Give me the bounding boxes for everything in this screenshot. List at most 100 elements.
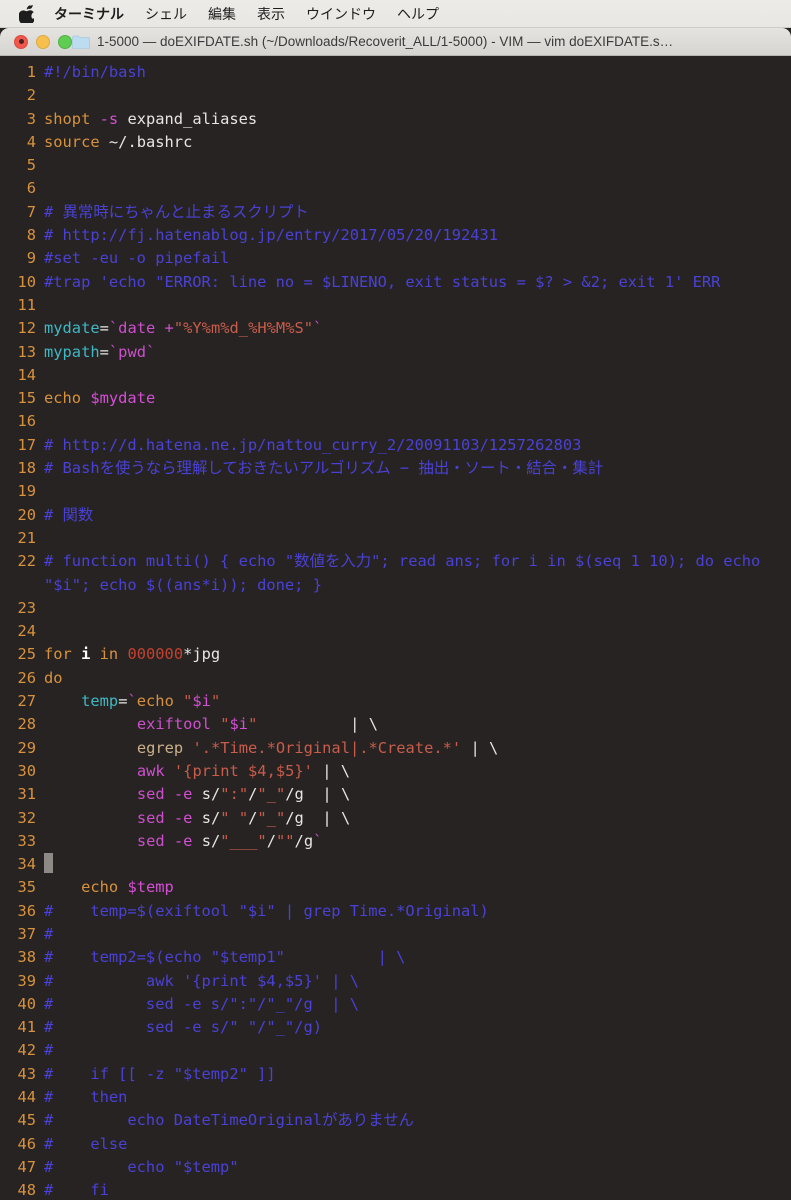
editor-line[interactable]: 38 # temp2=$(echo "$temp1" | \ (0, 946, 791, 969)
editor-line[interactable]: 6 (0, 177, 791, 200)
editor-line[interactable]: 21 (0, 527, 791, 550)
line-content[interactable]: sed -e s/"___"/""/g` (44, 830, 791, 853)
editor-line[interactable]: 43 # if [[ -z "$temp2" ]] (0, 1063, 791, 1086)
editor-line[interactable]: 26 do (0, 667, 791, 690)
maximize-button[interactable] (58, 34, 72, 49)
line-content[interactable]: # then (44, 1086, 791, 1109)
editor-line[interactable]: 29 egrep '.*Time.*Original|.*Create.*' |… (0, 737, 791, 760)
editor-line[interactable]: 34 (0, 853, 791, 876)
editor-line[interactable]: 2 (0, 84, 791, 107)
editor-line[interactable]: 46 # else (0, 1133, 791, 1156)
line-content[interactable]: egrep '.*Time.*Original|.*Create.*' | \ (44, 737, 791, 760)
line-content[interactable]: mydate=`date +"%Y%m%d_%H%M%S"` (44, 317, 791, 340)
line-content[interactable]: do (44, 667, 791, 690)
line-content[interactable]: # function multi() { echo "数値を入力"; read … (44, 550, 791, 597)
editor-line[interactable]: 8 # http://fj.hatenablog.jp/entry/2017/05… (0, 224, 791, 247)
editor-line[interactable]: 31 sed -e s/":"/"_"/g | \ (0, 783, 791, 806)
editor-line[interactable]: 42 # (0, 1039, 791, 1062)
editor-line[interactable]: 44 # then (0, 1086, 791, 1109)
line-content[interactable]: # sed -e s/" "/"_"/g) (44, 1016, 791, 1039)
line-content[interactable]: # http://d.hatena.ne.jp/nattou_curry_2/2… (44, 434, 791, 457)
editor-line[interactable]: 23 (0, 597, 791, 620)
minimize-button[interactable] (36, 34, 50, 49)
line-content[interactable]: # if [[ -z "$temp2" ]] (44, 1063, 791, 1086)
editor-line[interactable]: 25 for i in 000000*jpg (0, 643, 791, 666)
editor-line[interactable]: 18 # Bashを使うなら理解しておきたいアルゴリズム − 抽出・ソート・結合・… (0, 457, 791, 480)
line-content[interactable]: awk '{print $4,$5}' | \ (44, 760, 791, 783)
line-content[interactable]: # else (44, 1133, 791, 1156)
editor-line[interactable]: 40 # sed -e s/":"/"_"/g | \ (0, 993, 791, 1016)
menu-item-edit[interactable]: 編集 (208, 0, 236, 28)
editor-line[interactable]: 15 echo $mydate (0, 387, 791, 410)
editor-line[interactable]: 20 # 関数 (0, 504, 791, 527)
line-content[interactable]: # awk '{print $4,$5}' | \ (44, 970, 791, 993)
line-content[interactable]: # echo DateTimeOriginalがありません (44, 1109, 791, 1132)
editor-line[interactable]: 5 (0, 154, 791, 177)
editor-line[interactable]: 1 #!/bin/bash (0, 61, 791, 84)
line-content[interactable]: mypath=`pwd` (44, 341, 791, 364)
editor-line[interactable]: 22 # function multi() { echo "数値を入力"; rea… (0, 550, 791, 597)
line-content[interactable]: # sed -e s/":"/"_"/g | \ (44, 993, 791, 1016)
line-content[interactable]: sed -e s/" "/"_"/g | \ (44, 807, 791, 830)
editor-line[interactable]: 14 (0, 364, 791, 387)
window-titlebar[interactable]: 1-5000 — doEXIFDATE.sh (~/Downloads/Reco… (0, 28, 791, 56)
menu-item-view[interactable]: 表示 (257, 0, 285, 28)
editor-line[interactable]: 27 temp=`echo "$i" (0, 690, 791, 713)
line-content[interactable]: for i in 000000*jpg (44, 643, 791, 666)
editor-line[interactable]: 48 # fi (0, 1179, 791, 1200)
line-content[interactable]: temp=`echo "$i" (44, 690, 791, 713)
editor-line[interactable]: 39 # awk '{print $4,$5}' | \ (0, 970, 791, 993)
menu-item-window[interactable]: ウインドウ (306, 0, 376, 28)
line-content[interactable]: # (44, 1039, 791, 1062)
editor-line[interactable]: 17 # http://d.hatena.ne.jp/nattou_curry_2… (0, 434, 791, 457)
menu-item-terminal[interactable]: ターミナル (54, 0, 124, 28)
line-content[interactable]: # echo "$temp" (44, 1156, 791, 1179)
line-number: 36 (17, 901, 36, 920)
editor-line[interactable]: 30 awk '{print $4,$5}' | \ (0, 760, 791, 783)
editor-line[interactable]: 35 echo $temp (0, 876, 791, 899)
editor-line[interactable]: 13 mypath=`pwd` (0, 341, 791, 364)
line-content[interactable]: #set -eu -o pipefail (44, 247, 791, 270)
editor-line[interactable]: 47 # echo "$temp" (0, 1156, 791, 1179)
line-content[interactable]: # http://fj.hatenablog.jp/entry/2017/05/… (44, 224, 791, 247)
line-content[interactable]: # (44, 923, 791, 946)
line-content[interactable]: shopt -s expand_aliases (44, 108, 791, 131)
apple-logo-icon[interactable] (18, 4, 34, 24)
line-content[interactable]: # 異常時にちゃんと止まるスクリプト (44, 201, 791, 224)
editor-line[interactable]: 4 source ~/.bashrc (0, 131, 791, 154)
editor-line[interactable]: 37 # (0, 923, 791, 946)
line-content[interactable]: # Bashを使うなら理解しておきたいアルゴリズム − 抽出・ソート・結合・集計 (44, 457, 791, 480)
editor-line[interactable]: 36 # temp=$(exiftool "$i" | grep Time.*Or… (0, 900, 791, 923)
line-content[interactable]: exiftool "$i" | \ (44, 713, 791, 736)
line-content[interactable]: echo $mydate (44, 387, 791, 410)
editor-line[interactable]: 33 sed -e s/"___"/""/g` (0, 830, 791, 853)
line-content[interactable]: # temp=$(exiftool "$i" | grep Time.*Orig… (44, 900, 791, 923)
line-content[interactable]: source ~/.bashrc (44, 131, 791, 154)
editor-line[interactable]: 19 (0, 480, 791, 503)
editor-line[interactable]: 10 #trap 'echo "ERROR: line no = $LINENO,… (0, 271, 791, 294)
line-content[interactable]: # fi (44, 1179, 791, 1200)
editor-line[interactable]: 3 shopt -s expand_aliases (0, 108, 791, 131)
editor-line[interactable]: 9 #set -eu -o pipefail (0, 247, 791, 270)
editor-line[interactable]: 28 exiftool "$i" | \ (0, 713, 791, 736)
line-content[interactable]: # 関数 (44, 504, 791, 527)
line-content[interactable]: sed -e s/":"/"_"/g | \ (44, 783, 791, 806)
editor-line[interactable]: 11 (0, 294, 791, 317)
vim-editor-pane[interactable]: 1 #!/bin/bash 2 3 shopt -s expand_aliases 4 so… (0, 56, 791, 1200)
editor-line[interactable]: 16 (0, 410, 791, 433)
editor-line[interactable]: 45 # echo DateTimeOriginalがありません (0, 1109, 791, 1132)
editor-line[interactable]: 7 # 異常時にちゃんと止まるスクリプト (0, 201, 791, 224)
menu-item-help[interactable]: ヘルプ (397, 0, 439, 28)
line-content[interactable]: # temp2=$(echo "$temp1" | \ (44, 946, 791, 969)
menu-item-shell[interactable]: シェル (145, 0, 187, 28)
line-content[interactable]: #!/bin/bash (44, 61, 791, 84)
line-content[interactable]: #trap 'echo "ERROR: line no = $LINENO, e… (44, 271, 791, 294)
editor-line[interactable]: 32 sed -e s/" "/"_"/g | \ (0, 807, 791, 830)
editor-line[interactable]: 12 mydate=`date +"%Y%m%d_%H%M%S"` (0, 317, 791, 340)
line-content[interactable] (44, 853, 791, 876)
line-number: 30 (17, 761, 36, 780)
editor-line[interactable]: 24 (0, 620, 791, 643)
editor-line[interactable]: 41 # sed -e s/" "/"_"/g) (0, 1016, 791, 1039)
close-button[interactable] (14, 34, 28, 49)
line-content[interactable]: echo $temp (44, 876, 791, 899)
